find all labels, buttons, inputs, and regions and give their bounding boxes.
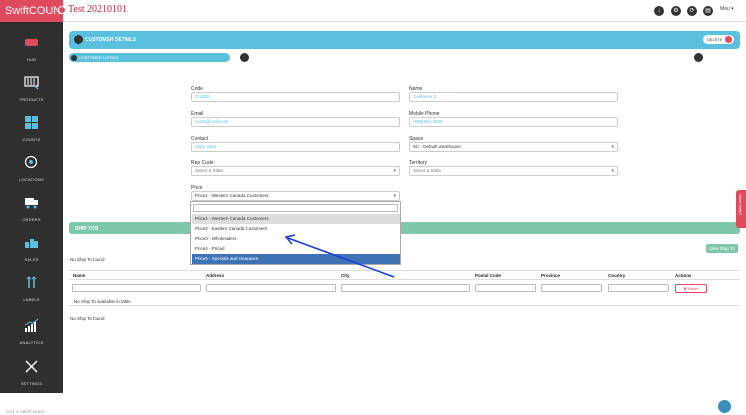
space-select[interactable]: SC - Default warehouse [409,142,618,152]
code-field[interactable]: CU200 [191,92,400,102]
sidebar-item-settings[interactable]: SETTINGS [0,352,63,392]
delete-label: DELETE [707,37,723,42]
locations-icon [24,155,38,169]
dropdown-search-input[interactable] [193,204,398,212]
download-icon[interactable]: ↓ [654,6,664,16]
link-icon[interactable] [694,53,703,62]
annotation-arrow-icon [284,234,395,278]
customer-listing-label: CUSTOMER LISTING [79,55,119,60]
customer-listing-link[interactable]: CUSTOMER LISTING [69,53,230,62]
top-bar: SwiftCOUNT Test 20210101 ↓ ⚙ ⟳ ▤ Mau ▾ [0,0,746,22]
reset-button[interactable]: ✖ Reset [675,284,707,293]
sidebar-item-hub[interactable]: HUB [0,28,63,68]
sidebar-item-label: SETTINGS [20,381,43,386]
sidebar-item-orders[interactable]: ORDERS [0,188,63,228]
sidebar-item-sales[interactable]: SALES [0,228,63,268]
customer-icon [74,35,83,44]
brand-logo[interactable]: SwiftCOUNT [0,0,68,22]
ship-tos-table-header: Name Address City Postal Code Province C… [69,270,740,280]
sidebar: HUB PRODUCTS COUNTS LOCATIONS ORDERS SAL… [0,22,63,393]
sales-icon [25,239,38,248]
sidebar-item-products[interactable]: PRODUCTS [0,68,63,108]
ship-tos-title: SHIP TOS [75,226,99,232]
panel-title: CUSTOMER DETAILS [85,37,136,43]
postal-code-filter-input[interactable] [475,284,536,292]
country-filter-input[interactable] [608,284,669,292]
mobile-field[interactable]: (949)554-4556 [409,117,618,127]
menu-icon[interactable] [240,53,249,62]
sidebar-item-labels[interactable]: LABELS [0,268,63,308]
column-header-postal-code[interactable]: Postal Code [475,273,501,278]
need-help-label: Need Help? [738,194,743,216]
name-filter-input[interactable] [72,284,201,292]
customer-details-header: CUSTOMER DETAILS [69,31,740,49]
city-filter-input[interactable] [341,284,470,292]
sidebar-toggle-icon[interactable] [58,6,66,14]
price-select[interactable]: Price1 - Western Canada Customers [191,191,400,201]
orders-icon [25,198,38,209]
sidebar-item-label: COUNTS [22,137,41,142]
app-title: Test 20210101 [68,4,128,15]
column-header-province[interactable]: Province [541,273,560,278]
sidebar-item-label: PRODUCTS [19,97,44,102]
need-help-tab[interactable]: Need Help? [736,190,746,228]
contact-field[interactable]: Mary Jane [191,142,400,152]
archive-icon[interactable]: ▤ [703,6,713,16]
analytics-icon [24,318,39,332]
sidebar-item-label: ORDERS [22,217,41,222]
sidebar-item-label: LABELS [23,297,40,302]
name-field[interactable]: Customer 3 [409,92,618,102]
sidebar-item-label: ANALYTICS [19,340,44,345]
back-icon [71,54,77,61]
footer-copyright: 2021 © SWIFCOUNT [6,409,45,414]
new-ship-to-button[interactable]: New Ship To [706,244,738,253]
sidebar-item-counts[interactable]: COUNTS [0,108,63,148]
help-chat-icon[interactable] [718,400,731,413]
rep-code-select[interactable]: Select a State [191,166,400,176]
hub-icon [25,39,38,46]
email-field[interactable]: cust3@mail.com [191,117,400,127]
column-header-name[interactable]: Name [73,273,85,278]
address-filter-input[interactable] [206,284,336,292]
sidebar-item-label: HUB [26,57,37,62]
province-filter-input[interactable] [541,284,602,292]
counts-icon [25,116,38,129]
no-ship-to-note: No Ship To found [70,257,105,262]
sidebar-item-locations[interactable]: LOCATIONS [0,148,63,188]
labels-icon [26,276,37,288]
column-header-actions: Actions [675,273,692,278]
settings-icon [25,360,38,373]
products-icon [24,76,39,90]
dropdown-option[interactable]: Price1 - Western Canada Customers [192,214,400,224]
sidebar-item-label: LOCATIONS [19,177,44,182]
sidebar-item-label: SALES [24,257,39,262]
column-header-address[interactable]: Address [206,273,224,278]
sidebar-item-analytics[interactable]: ANALYTICS [0,311,63,351]
empty-table-message: No Ship To available in table [74,299,131,304]
sync-icon[interactable]: ⟳ [687,6,697,16]
user-menu[interactable]: Mau ▾ [720,6,734,12]
settings-icon[interactable]: ⚙ [671,6,681,16]
territory-select[interactable]: Select a State [409,166,618,176]
delete-icon [725,36,732,43]
delete-button[interactable]: DELETE [703,35,734,44]
ship-tos-header: SHIP TOS [69,222,740,234]
column-header-country[interactable]: Country [608,273,625,278]
no-ship-to-note-bottom: No Ship To found [70,316,105,321]
table-empty-row: No Ship To available in table [69,297,740,306]
